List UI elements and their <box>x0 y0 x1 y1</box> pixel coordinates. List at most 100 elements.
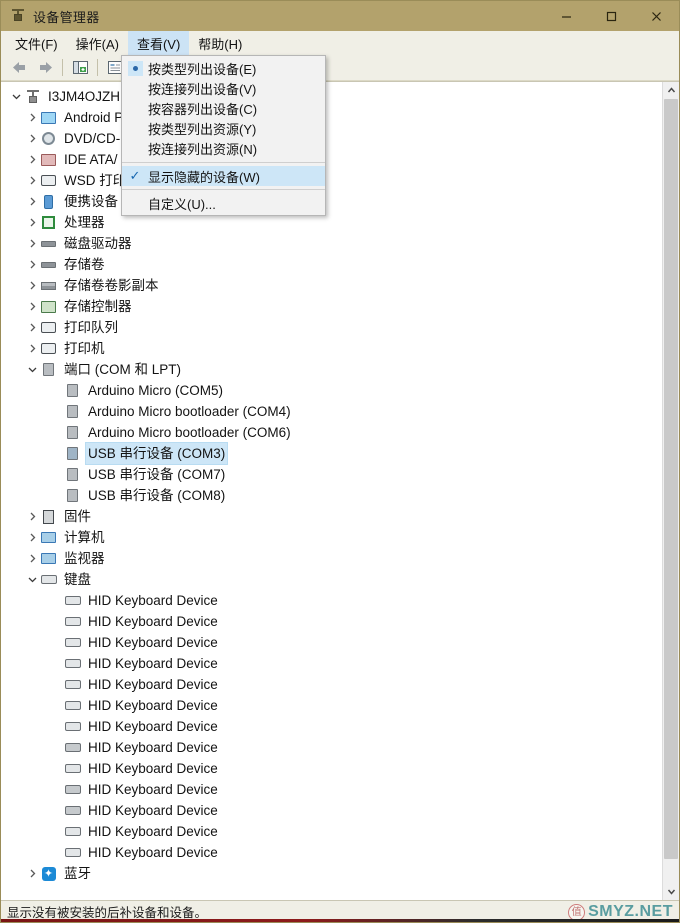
chevron-right-icon[interactable] <box>25 212 40 233</box>
scrollbar-thumb[interactable] <box>664 99 678 859</box>
list-item[interactable]: HID Keyboard Device <box>1 821 662 842</box>
keyboard-icon <box>64 823 81 840</box>
port-icon <box>64 424 81 441</box>
list-item[interactable]: HID Keyboard Device <box>1 758 662 779</box>
list-item[interactable]: HID Keyboard Device <box>1 695 662 716</box>
tree-node-arduino-bootloader-com6[interactable]: Arduino Micro bootloader (COM6) <box>1 422 662 443</box>
menu-action[interactable]: 操作(A) <box>67 31 128 55</box>
chevron-right-icon[interactable] <box>25 233 40 254</box>
chevron-right-icon[interactable] <box>25 107 40 128</box>
tree-node-volume-shadow-copies[interactable]: 存储卷卷影副本 <box>1 275 662 296</box>
tree-node-storage-controllers[interactable]: 存储控制器 <box>1 296 662 317</box>
chevron-right-icon[interactable] <box>25 128 40 149</box>
list-item[interactable]: HID Keyboard Device <box>1 611 662 632</box>
tree-node-root[interactable]: I3JM4OJZHU <box>1 86 662 107</box>
menu-file[interactable]: 文件(F) <box>6 31 67 55</box>
scrollbar-track[interactable] <box>663 99 679 883</box>
menu-item-list-devices-by-type[interactable]: 按类型列出设备(E) <box>122 58 325 78</box>
menu-view[interactable]: 查看(V) <box>127 31 190 55</box>
window-controls <box>544 1 679 31</box>
vertical-scrollbar[interactable] <box>662 82 679 900</box>
chevron-right-icon[interactable] <box>25 254 40 275</box>
chevron-right-icon[interactable] <box>25 317 40 338</box>
chevron-right-icon[interactable] <box>25 338 40 359</box>
tree-node-firmware[interactable]: 固件 <box>1 506 662 527</box>
tree-node-usb-serial-com7[interactable]: USB 串行设备 (COM7) <box>1 464 662 485</box>
tree-node-label: DVD/CD- <box>64 131 121 146</box>
list-item[interactable]: HID Keyboard Device <box>1 716 662 737</box>
menu-separator <box>122 189 325 190</box>
list-item[interactable]: HID Keyboard Device <box>1 779 662 800</box>
chevron-down-icon[interactable] <box>9 86 24 107</box>
scroll-up-button[interactable] <box>663 82 679 99</box>
tree-node-portable-devices[interactable]: 便携设备 <box>1 191 662 212</box>
chevron-right-icon[interactable] <box>25 548 40 569</box>
chevron-right-icon[interactable] <box>25 275 40 296</box>
console-tree-icon[interactable] <box>68 57 92 79</box>
menu-item-list-devices-by-connection[interactable]: 按连接列出设备(V) <box>122 78 325 98</box>
tree-node-usb-serial-com8[interactable]: USB 串行设备 (COM8) <box>1 485 662 506</box>
tree-node-disk-drives[interactable]: 磁盘驱动器 <box>1 233 662 254</box>
chevron-right-icon[interactable] <box>25 191 40 212</box>
port-icon <box>64 382 81 399</box>
tree-node-arduino-micro-com5[interactable]: Arduino Micro (COM5) <box>1 380 662 401</box>
forward-button[interactable] <box>33 57 57 79</box>
tree-node-label: WSD 打印 <box>64 173 127 188</box>
chevron-down-icon[interactable] <box>25 569 40 590</box>
chevron-right-icon[interactable] <box>25 506 40 527</box>
list-item[interactable]: HID Keyboard Device <box>1 653 662 674</box>
tree-node-dvd-cd[interactable]: DVD/CD- <box>1 128 662 149</box>
menu-item-label: 按连接列出设备(V) <box>148 81 257 97</box>
tree-node-arduino-bootloader-com4[interactable]: Arduino Micro bootloader (COM4) <box>1 401 662 422</box>
list-item[interactable]: HID Keyboard Device <box>1 590 662 611</box>
tree-node-label: 打印机 <box>64 341 105 356</box>
tree-node-ide-ata[interactable]: IDE ATA/ <box>1 149 662 170</box>
list-item[interactable]: HID Keyboard Device <box>1 632 662 653</box>
ide-controller-icon <box>40 151 57 168</box>
tree-node-usb-serial-com3[interactable]: USB 串行设备 (COM3) <box>1 442 662 465</box>
menu-item-customize[interactable]: 自定义(U)... <box>122 193 325 213</box>
tree-node-processors[interactable]: 处理器 <box>1 212 662 233</box>
chevron-right-icon[interactable] <box>25 863 40 884</box>
menu-item-list-resources-by-connection[interactable]: 按连接列出资源(N) <box>122 138 325 158</box>
list-item[interactable]: HID Keyboard Device <box>1 800 662 821</box>
list-item[interactable]: HID Keyboard Device <box>1 737 662 758</box>
menu-item-list-resources-by-type[interactable]: 按类型列出资源(Y) <box>122 118 325 138</box>
tree-node-wsd-print[interactable]: WSD 打印 <box>1 170 662 191</box>
scroll-down-button[interactable] <box>663 883 679 900</box>
computer-icon <box>40 529 57 546</box>
tree-node-printers[interactable]: 打印机 <box>1 338 662 359</box>
menu-item-show-hidden-devices[interactable]: ✓ 显示隐藏的设备(W) <box>122 166 325 186</box>
chevron-down-icon[interactable] <box>25 359 40 380</box>
tree-node-bluetooth[interactable]: ✦ 蓝牙 <box>1 863 662 884</box>
tree-node-android[interactable]: Android P <box>1 107 662 128</box>
close-button[interactable] <box>634 1 679 31</box>
minimize-button[interactable] <box>544 1 589 31</box>
tree-node-label: Arduino Micro bootloader (COM6) <box>88 425 291 440</box>
list-item[interactable]: HID Keyboard Device <box>1 674 662 695</box>
device-tree[interactable]: I3JM4OJZHU Android P DVD/CD- IDE ATA/ WS… <box>1 82 662 900</box>
chevron-right-icon[interactable] <box>25 296 40 317</box>
tree-node-computer[interactable]: 计算机 <box>1 527 662 548</box>
storage-volume-icon <box>40 256 57 273</box>
list-item[interactable]: HID Keyboard Device <box>1 842 662 863</box>
tree-node-label: HID Keyboard Device <box>88 824 218 839</box>
toolbar: ? <box>1 55 679 81</box>
toolbar-separator <box>62 59 63 76</box>
tree-node-label: HID Keyboard Device <box>88 593 218 608</box>
chevron-right-icon[interactable] <box>25 149 40 170</box>
tree-node-storage-volumes[interactable]: 存储卷 <box>1 254 662 275</box>
chevron-right-icon[interactable] <box>25 527 40 548</box>
tree-node-monitors[interactable]: 监视器 <box>1 548 662 569</box>
chevron-right-icon[interactable] <box>25 170 40 191</box>
view-dropdown-menu[interactable]: 按类型列出设备(E) 按连接列出设备(V) 按容器列出设备(C) 按类型列出资源… <box>121 55 326 216</box>
back-button[interactable] <box>7 57 31 79</box>
tree-node-keyboards[interactable]: 键盘 <box>1 569 662 590</box>
menu-item-list-devices-by-container[interactable]: 按容器列出设备(C) <box>122 98 325 118</box>
maximize-button[interactable] <box>589 1 634 31</box>
tree-node-print-queues[interactable]: 打印队列 <box>1 317 662 338</box>
menu-help[interactable]: 帮助(H) <box>189 31 251 55</box>
toolbar-separator <box>97 59 98 76</box>
tree-node-ports[interactable]: 端口 (COM 和 LPT) <box>1 359 662 380</box>
keyboard-icon <box>64 718 81 735</box>
